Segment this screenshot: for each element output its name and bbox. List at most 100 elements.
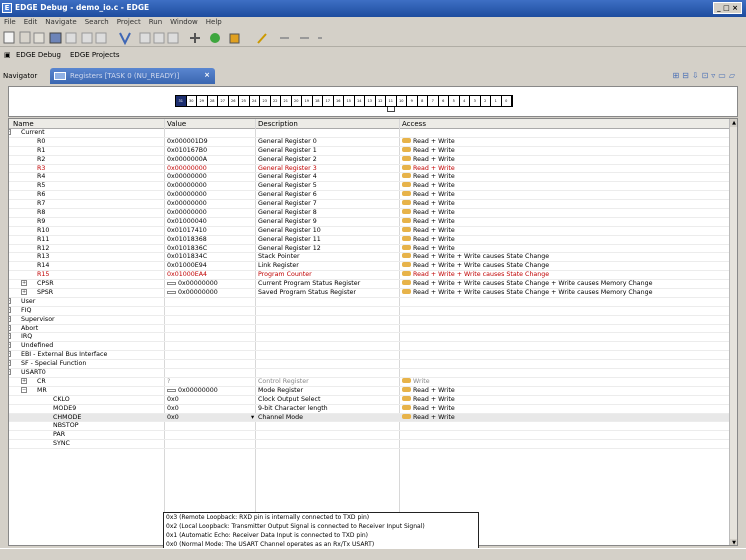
bit-17[interactable]: 17 bbox=[323, 96, 334, 106]
register-value[interactable]: 0x000001D9 bbox=[167, 138, 208, 146]
table-row[interactable]: + IRQ bbox=[9, 333, 731, 343]
bit-5[interactable]: 5 bbox=[449, 96, 460, 106]
table-row[interactable]: R4 0x00000000 General Register 4 Read + Wri… bbox=[9, 173, 731, 183]
bit-20[interactable]: 20 bbox=[291, 96, 302, 106]
bit-15[interactable]: 15 bbox=[344, 96, 355, 106]
table-row[interactable]: − MR 0x00000000 Mode Register Read + Write bbox=[9, 386, 731, 396]
bit-25[interactable]: 25 bbox=[239, 96, 250, 106]
column-name[interactable]: Name bbox=[13, 120, 34, 128]
table-row[interactable]: R5 0x00000000 General Register 5 Read + Wri… bbox=[9, 182, 731, 192]
bit-3[interactable]: 3 bbox=[470, 96, 481, 106]
dropdown-option[interactable]: 0x1 (Automatic Echo: Receiver Data Input… bbox=[164, 531, 478, 540]
register-value[interactable]: 0x00000000 bbox=[167, 200, 207, 208]
menu-item-window[interactable]: Window bbox=[166, 17, 202, 27]
bit-16[interactable]: 16 bbox=[333, 96, 344, 106]
table-row[interactable]: R8 0x00000000 General Register 8 Read + Wri… bbox=[9, 209, 731, 218]
register-value[interactable]: 0x01018368 bbox=[167, 236, 207, 244]
perspective-edge-debug[interactable]: EDGE Debug bbox=[16, 51, 61, 59]
dropdown-option[interactable]: 0x2 (Local Loopback: Transmitter Output … bbox=[164, 522, 478, 531]
register-value[interactable]: 0x01017410 bbox=[167, 227, 207, 235]
bit-30[interactable]: 30 bbox=[186, 96, 197, 106]
register-value[interactable]: 0x0000000A bbox=[167, 156, 207, 164]
tab-registers[interactable]: Registers [TASK 0 (NU_READY)] × bbox=[50, 68, 215, 84]
menu-item-file[interactable]: File bbox=[0, 17, 20, 27]
table-row[interactable]: R9 0x01000040 General Register 9 Read + Wri… bbox=[9, 217, 731, 227]
table-row[interactable]: R1 0x010167B0 General Register 1 Read + Wri… bbox=[9, 146, 731, 156]
register-value[interactable]: 0x00000000 bbox=[167, 173, 207, 181]
column-access[interactable]: Access bbox=[402, 120, 426, 128]
expand-icon[interactable]: + bbox=[9, 306, 11, 313]
register-value[interactable]: 0x01000040 bbox=[167, 218, 207, 226]
bit-14[interactable]: 14 bbox=[354, 96, 365, 106]
register-value[interactable]: 0x0101834C bbox=[167, 253, 207, 261]
table-row[interactable]: R13 0x0101834C Stack Pointer Read + Write +… bbox=[9, 253, 731, 263]
toolbar-icons[interactable] bbox=[0, 29, 520, 47]
register-value[interactable]: 0x00000000 bbox=[167, 165, 207, 173]
table-row[interactable]: + SPSR 0x00000000 Saved Program Status Regi… bbox=[9, 289, 731, 298]
menu-item-help[interactable]: Help bbox=[202, 17, 226, 27]
column-value[interactable]: Value bbox=[167, 120, 186, 128]
table-row[interactable]: R6 0x00000000 General Register 6 Read + Wri… bbox=[9, 191, 731, 201]
bit-27[interactable]: 27 bbox=[218, 96, 229, 106]
table-row[interactable]: PAR bbox=[9, 431, 731, 441]
table-row[interactable]: + SF - Special Function bbox=[9, 360, 731, 370]
table-row[interactable]: SYNC bbox=[9, 440, 731, 450]
table-row[interactable]: R2 0x0000000A General Register 2 Read + Wri… bbox=[9, 155, 731, 165]
menu-item-search[interactable]: Search bbox=[81, 17, 113, 27]
vertical-scrollbar[interactable]: ▲ ▼ bbox=[729, 119, 737, 545]
register-value[interactable]: 0x00000000 bbox=[167, 289, 218, 297]
table-row[interactable]: R14 0x01000E94 Link Register Read + Write +… bbox=[9, 262, 731, 272]
register-value[interactable]: 0x00000000 bbox=[167, 209, 207, 217]
close-icon[interactable]: × bbox=[204, 71, 210, 79]
register-value[interactable]: 0x00000000 bbox=[167, 191, 207, 199]
table-row[interactable]: R12 0x0101836C General Register 12 Read + W… bbox=[9, 244, 731, 254]
table-row[interactable]: + Supervisor bbox=[9, 315, 731, 325]
table-row[interactable]: R15 0x01000EA4 Program Counter Read + Write… bbox=[9, 271, 731, 281]
table-row[interactable]: MODE9 0x0 9-bit Character length Read + Wri… bbox=[9, 404, 731, 414]
register-value[interactable]: 0x00000000 bbox=[167, 182, 207, 190]
register-value[interactable]: 0x01000EA4 bbox=[167, 271, 207, 279]
bit-9[interactable]: 9 bbox=[407, 96, 418, 106]
table-row[interactable]: R10 0x01017410 General Register 10 Read + W… bbox=[9, 226, 731, 236]
register-value[interactable]: 0x0 ▾ bbox=[167, 414, 254, 422]
expand-icon[interactable]: + bbox=[9, 360, 11, 367]
table-row[interactable]: R11 0x01018368 General Register 11 Read + W… bbox=[9, 235, 731, 245]
register-value[interactable]: 0x00000000 bbox=[167, 280, 218, 288]
bit-strip[interactable]: 31 30 29 28 27 26 25 24 23 22 21 20 19 18 17 16 15 14 13 12… bbox=[175, 95, 513, 107]
table-row[interactable]: CKLO 0x0 Clock Output Select Read + Write bbox=[9, 395, 731, 405]
bit-19[interactable]: 19 bbox=[302, 96, 313, 106]
register-value[interactable]: 0x00000000 bbox=[167, 387, 218, 395]
bit-26[interactable]: 26 bbox=[228, 96, 239, 106]
expand-icon[interactable]: + bbox=[9, 342, 11, 349]
bit-29[interactable]: 29 bbox=[197, 96, 208, 106]
menu-item-edit[interactable]: Edit bbox=[20, 17, 42, 27]
register-value[interactable]: 0x01000E94 bbox=[167, 262, 207, 270]
table-row[interactable]: R7 0x00000000 General Register 7 Read + Wri… bbox=[9, 200, 731, 210]
table-row[interactable]: NBSTOP bbox=[9, 422, 731, 432]
bit-18[interactable]: 18 bbox=[312, 96, 323, 106]
bit-0[interactable]: 0 bbox=[501, 96, 512, 106]
bit-6[interactable]: 6 bbox=[438, 96, 449, 106]
scroll-down-icon[interactable]: ▼ bbox=[730, 539, 737, 545]
view-toolbar-icons[interactable]: ⊞⊟⇩⊡▿▭▱ bbox=[672, 71, 738, 80]
bit-13[interactable]: 13 bbox=[365, 96, 376, 106]
scroll-up-icon[interactable]: ▲ bbox=[730, 119, 737, 127]
collapse-icon[interactable]: − bbox=[9, 369, 11, 376]
table-row[interactable]: + Abort bbox=[9, 324, 731, 334]
menu-item-navigate[interactable]: Navigate bbox=[41, 17, 80, 27]
window-controls[interactable]: _ □ × bbox=[713, 2, 742, 14]
menu-item-project[interactable]: Project bbox=[113, 17, 145, 27]
expand-icon[interactable]: + bbox=[9, 324, 11, 331]
bit-21[interactable]: 21 bbox=[281, 96, 292, 106]
perspective-switch-icon[interactable]: ▣ bbox=[4, 51, 11, 59]
bit-22[interactable]: 22 bbox=[270, 96, 281, 106]
perspective-edge-projects[interactable]: EDGE Projects bbox=[70, 51, 119, 59]
bit-12[interactable]: 12 bbox=[375, 96, 386, 106]
table-row[interactable]: + CR? Control Register Write bbox=[9, 377, 731, 387]
table-row[interactable]: − Current bbox=[9, 129, 731, 138]
table-row[interactable]: + User bbox=[9, 297, 731, 307]
bit-2[interactable]: 2 bbox=[480, 96, 491, 106]
bit-11[interactable]: 11 bbox=[386, 96, 397, 106]
channel-mode-dropdown-list[interactable]: 0x3 (Remote Loopback: RXD pin is interna… bbox=[163, 512, 479, 552]
table-row[interactable]: + Undefined bbox=[9, 342, 731, 352]
